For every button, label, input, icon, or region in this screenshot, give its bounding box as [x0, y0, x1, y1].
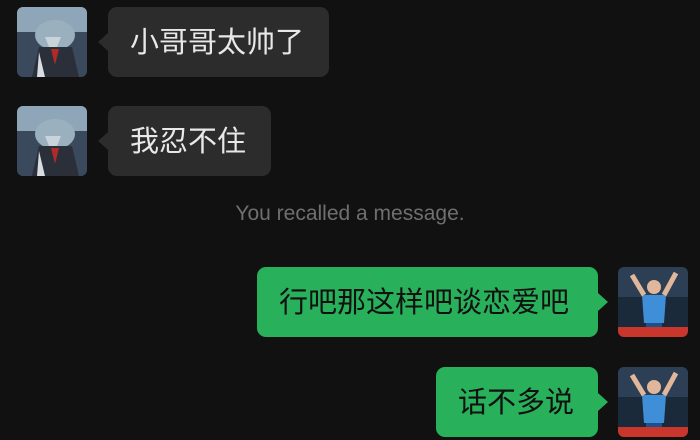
volleyball-player-avatar-icon [618, 267, 688, 337]
bubble-tail [598, 393, 608, 411]
sent-message-bubble[interactable]: 话不多说 [436, 367, 598, 437]
volleyball-player-avatar-icon [618, 367, 688, 437]
robot-character-avatar-icon [17, 106, 87, 176]
bubble-tail [98, 33, 108, 51]
received-message-bubble[interactable]: 小哥哥太帅了 [108, 7, 329, 77]
contact-avatar-icon[interactable] [17, 7, 87, 77]
bubble-tail [98, 132, 108, 150]
my-avatar-icon[interactable] [618, 367, 688, 437]
sent-message-bubble[interactable]: 行吧那这样吧谈恋爱吧 [257, 267, 598, 337]
robot-character-avatar-icon [17, 7, 87, 77]
recalled-message-notice: You recalled a message. [235, 202, 465, 225]
my-avatar-icon[interactable] [618, 267, 688, 337]
contact-avatar-icon[interactable] [17, 106, 87, 176]
bubble-tail [598, 293, 608, 311]
received-message-bubble[interactable]: 我忍不住 [108, 106, 271, 176]
